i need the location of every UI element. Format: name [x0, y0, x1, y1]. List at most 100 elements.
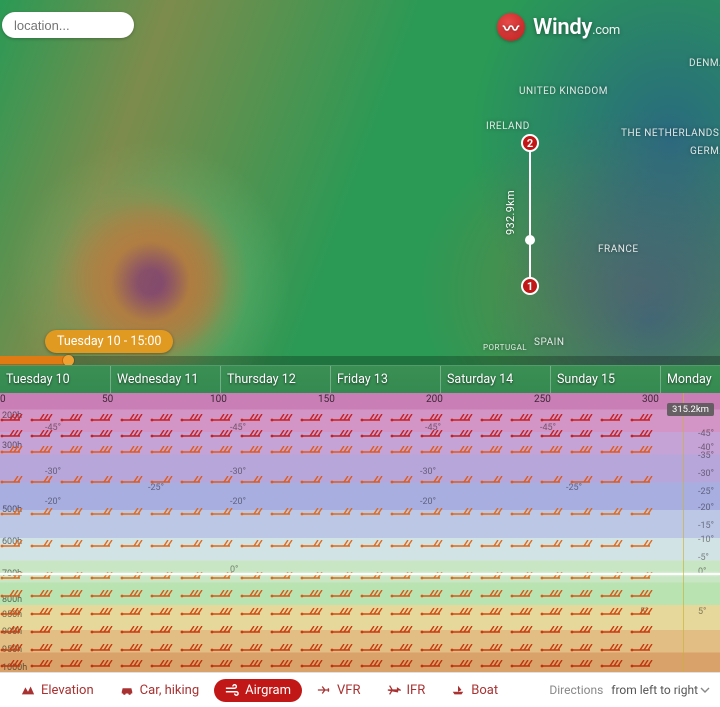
wind-barb-icon	[360, 414, 388, 426]
temperature-label: -20°	[230, 497, 246, 507]
wind-barb-icon	[390, 414, 418, 426]
country-label: UNITED KINGDOM	[519, 86, 608, 97]
tool-ifr[interactable]: IFR	[376, 679, 437, 702]
wind-barb-icon	[120, 508, 148, 520]
tool-label: Airgram	[245, 683, 291, 698]
wind-barb-icon	[570, 476, 598, 488]
wind-barb-icon	[540, 608, 568, 620]
wind-barb-icon	[150, 414, 178, 426]
wind-barb-icon	[420, 476, 448, 488]
distance-axis: 050100150200250300	[0, 394, 720, 408]
wind-barb-icon	[30, 476, 58, 488]
wind-barb-icon	[360, 476, 388, 488]
wind-barb-icon	[30, 446, 58, 458]
country-label: GERMA	[690, 146, 720, 157]
wind-barb-icon	[600, 660, 628, 672]
wind-barb-icon	[90, 644, 118, 656]
wind-barb-icon	[90, 508, 118, 520]
car-icon	[120, 683, 134, 697]
wind-barb-icon	[150, 540, 178, 552]
wind-barb-icon	[240, 508, 268, 520]
wind-barb-icon	[330, 608, 358, 620]
day-timeline[interactable]: Tuesday 10Wednesday 11Thursday 12Friday …	[0, 365, 720, 393]
wind-barb-icon	[210, 430, 238, 442]
wind-barb-icon	[150, 644, 178, 656]
wind-barb-icon	[360, 540, 388, 552]
temperature-label: -20°	[420, 497, 436, 507]
wind-barb-icon	[330, 626, 358, 638]
wind-barb-icon	[360, 446, 388, 458]
day-cell[interactable]: Tuesday 10	[0, 366, 110, 393]
wind-barb-icon	[480, 540, 508, 552]
wind-barb-icon	[0, 608, 28, 620]
wind-barb-icon	[270, 660, 298, 672]
wind-barb-icon	[90, 626, 118, 638]
wind-barb-icon	[240, 608, 268, 620]
wind-barb-icon	[540, 590, 568, 602]
wind-barb-icon	[390, 476, 418, 488]
route-waypoint[interactable]: 1	[521, 277, 539, 295]
wind-barb-icon	[510, 660, 538, 672]
wind-barb-icon	[270, 644, 298, 656]
wind-barb-icon	[510, 414, 538, 426]
wind-barb-icon	[0, 660, 28, 672]
cursor-vline	[683, 393, 684, 672]
route-midpoint[interactable]	[525, 235, 535, 245]
wind-barb-icon	[210, 644, 238, 656]
tool-car[interactable]: Car, hiking	[109, 679, 211, 702]
wind-barb-icon	[210, 626, 238, 638]
wind-barb-icon	[90, 590, 118, 602]
wind-barb-icon	[60, 446, 88, 458]
wind-barb-icon	[60, 414, 88, 426]
wind-barb-icon	[450, 508, 478, 520]
day-cell[interactable]: Thursday 12	[220, 366, 330, 393]
search-input[interactable]	[2, 18, 134, 33]
day-cell[interactable]: Wednesday 11	[110, 366, 220, 393]
wind-barb-icon	[90, 446, 118, 458]
wind-barb-icon	[480, 644, 508, 656]
brand-logo[interactable]: 〰 Windy.com	[497, 13, 620, 41]
wind-barb-icon	[510, 644, 538, 656]
wind-barb-icon	[450, 430, 478, 442]
wind-barb-icon	[240, 430, 268, 442]
day-cell[interactable]: Sunday 15	[550, 366, 660, 393]
timeline-progress[interactable]	[0, 356, 720, 365]
wind-barb-icon	[210, 660, 238, 672]
wind-barb-icon	[30, 608, 58, 620]
tool-label: Car, hiking	[140, 683, 200, 698]
wind-barb-icon	[450, 476, 478, 488]
timeline-handle[interactable]	[63, 355, 74, 365]
wind-barb-icon	[360, 508, 388, 520]
wind-barb-icon	[150, 446, 178, 458]
wind-barb-icon	[540, 540, 568, 552]
wind-barb-icon	[510, 476, 538, 488]
wind-barb-icon	[630, 608, 658, 620]
wind-barb-icon	[420, 644, 448, 656]
day-cell[interactable]: Saturday 14	[440, 366, 550, 393]
tool-label: IFR	[407, 683, 426, 698]
route-waypoint[interactable]: 2	[521, 134, 539, 152]
wind-barb-icon	[600, 414, 628, 426]
weather-map[interactable]: 〰 Windy.com UNITED KINGDOMIRELANDTHE NET…	[0, 0, 720, 365]
day-cell[interactable]: Friday 13	[330, 366, 440, 393]
wind-barb-icon	[630, 644, 658, 656]
tool-vfr[interactable]: VFR	[306, 679, 371, 702]
wind-barb-icon	[390, 660, 418, 672]
tool-elevation[interactable]: Elevation	[10, 679, 105, 702]
wind-barb-icon	[540, 644, 568, 656]
wind-barb-icon	[300, 476, 328, 488]
day-cell[interactable]: Monday	[660, 366, 720, 393]
wind-barb-icon	[120, 644, 148, 656]
wind-barb-icon	[480, 446, 508, 458]
wind-barb-icon	[540, 508, 568, 520]
wind-barb-icon	[0, 540, 28, 552]
directions-select[interactable]: from left to right	[611, 683, 710, 697]
wind-barb-icon	[450, 540, 478, 552]
airgram-chart[interactable]: 050100150200250300 200h300h500h600h700h8…	[0, 393, 720, 672]
wind-barb-icon	[480, 626, 508, 638]
tool-airgram[interactable]: Airgram	[214, 679, 302, 702]
tool-boat[interactable]: Boat	[440, 679, 509, 702]
wind-barb-icon	[480, 476, 508, 488]
wind-barb-icon	[150, 476, 178, 488]
wind-barb-icon	[240, 644, 268, 656]
